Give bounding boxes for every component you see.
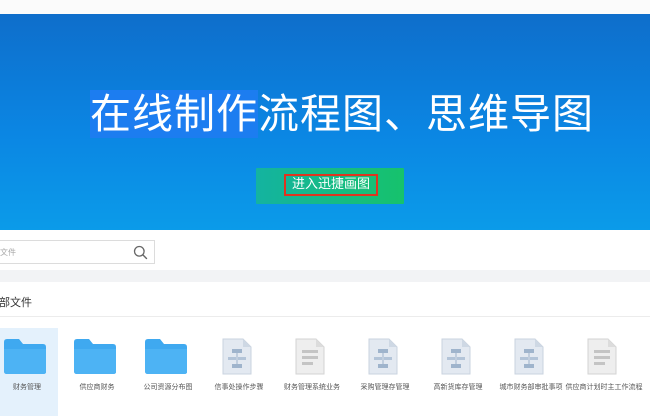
file-item-label: 财务管理系统业务 [284, 383, 340, 391]
file-item[interactable]: 高新货库存管理 [427, 328, 489, 416]
flowchart-file-icon [514, 338, 544, 375]
section-divider [0, 316, 650, 317]
enter-app-button-label: 进入迅捷画图 [284, 174, 378, 196]
file-item[interactable]: 财务管理 [0, 328, 58, 416]
file-item-label: 供应商计划时主工作流程 [565, 383, 643, 391]
folder-icon [4, 339, 46, 374]
search-input[interactable] [0, 241, 130, 263]
hero-title-selected: 在线制作 [90, 90, 258, 138]
file-item-label: 供应商财务 [79, 383, 115, 391]
section-title: 部文件 [0, 296, 32, 309]
flowchart-file-icon [368, 338, 398, 375]
hero-title-rest: 流程图、思维导图 [258, 90, 594, 138]
divider-band [0, 270, 650, 282]
file-grid: 财务管理 供应商财务 公司资源分布图 信事处操作步骤 财务管理系统业务 采购管理… [0, 328, 650, 416]
enter-app-button[interactable]: 进入迅捷画图 [256, 168, 404, 204]
file-item-label: 高新货库存管理 [433, 383, 483, 391]
folder-icon [74, 339, 116, 374]
file-item-label: 信事处操作步骤 [214, 383, 264, 391]
file-item[interactable]: 城市财务部审批事项 [500, 328, 563, 416]
flowchart-file-icon [441, 338, 471, 375]
document-file-icon [587, 338, 617, 375]
file-item-label: 城市财务部审批事项 [499, 383, 563, 391]
file-item[interactable]: 财务管理系统业务 [281, 328, 343, 416]
flowchart-file-icon [222, 338, 252, 375]
file-search [0, 240, 155, 264]
folder-icon [145, 339, 187, 374]
document-file-icon [295, 338, 325, 375]
file-item[interactable]: 供应商计划时主工作流程 [566, 328, 643, 416]
file-item[interactable]: 信事处操作步骤 [208, 328, 270, 416]
hero-title: 在线制作流程图、思维导图 [90, 84, 594, 144]
file-item[interactable]: 采购管理存管理 [354, 328, 416, 416]
file-item-label: 采购管理存管理 [360, 383, 410, 391]
top-strip [0, 0, 650, 15]
file-item-label: 公司资源分布图 [143, 383, 193, 391]
file-item[interactable]: 供应商财务 [66, 328, 128, 416]
file-item[interactable]: 公司资源分布图 [137, 328, 199, 416]
search-icon[interactable] [133, 245, 148, 260]
hero-banner: 在线制作流程图、思维导图 进入迅捷画图 [0, 14, 650, 230]
